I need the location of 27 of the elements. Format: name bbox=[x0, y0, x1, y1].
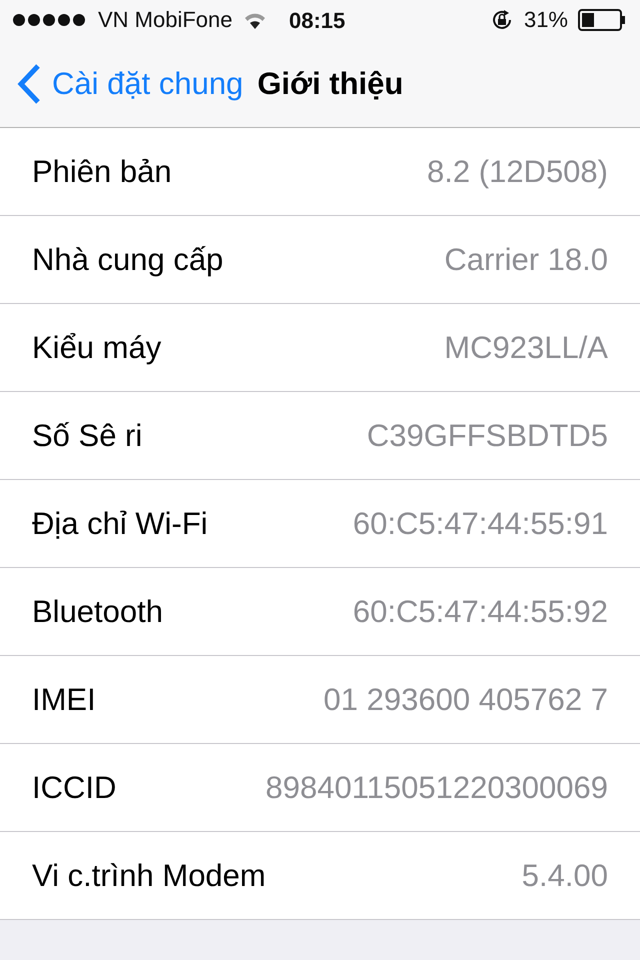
row-value: MC923LL/A bbox=[444, 330, 608, 366]
row-label: Địa chỉ Wi-Fi bbox=[32, 506, 208, 542]
row-label: Nhà cung cấp bbox=[32, 242, 224, 278]
carrier-name: VN MobiFone bbox=[98, 7, 233, 33]
battery-icon bbox=[578, 9, 626, 31]
wifi-icon bbox=[242, 11, 267, 29]
row-label: Số Sê ri bbox=[32, 418, 142, 454]
signal-icon bbox=[12, 13, 88, 27]
row-label: ICCID bbox=[32, 770, 116, 806]
row-label: Bluetooth bbox=[32, 594, 163, 630]
row-value: 60:C5:47:44:55:91 bbox=[352, 506, 608, 542]
row-value: C39GFFSBDTD5 bbox=[366, 418, 608, 454]
row-value: 60:C5:47:44:55:92 bbox=[352, 594, 608, 630]
chevron-left-icon bbox=[16, 62, 42, 104]
row-value: Carrier 18.0 bbox=[444, 242, 608, 278]
row-label: Phiên bản bbox=[32, 154, 172, 190]
row-label: Vi c.trình Modem bbox=[32, 858, 266, 894]
page-title: Giới thiệu bbox=[257, 66, 404, 102]
row-value: 5.4.00 bbox=[522, 858, 608, 894]
battery-percent: 31% bbox=[524, 7, 568, 33]
row-label: IMEI bbox=[32, 682, 96, 718]
back-button[interactable]: Cài đặt chung bbox=[16, 62, 244, 104]
clock-time: 08:15 bbox=[289, 8, 346, 34]
row-value: 01 293600 405762 7 bbox=[324, 682, 608, 718]
row-value: 89840115051220300069 bbox=[265, 770, 608, 806]
row-label: Kiểu máy bbox=[32, 330, 162, 366]
row-value: 8.2 (12D508) bbox=[427, 154, 608, 190]
